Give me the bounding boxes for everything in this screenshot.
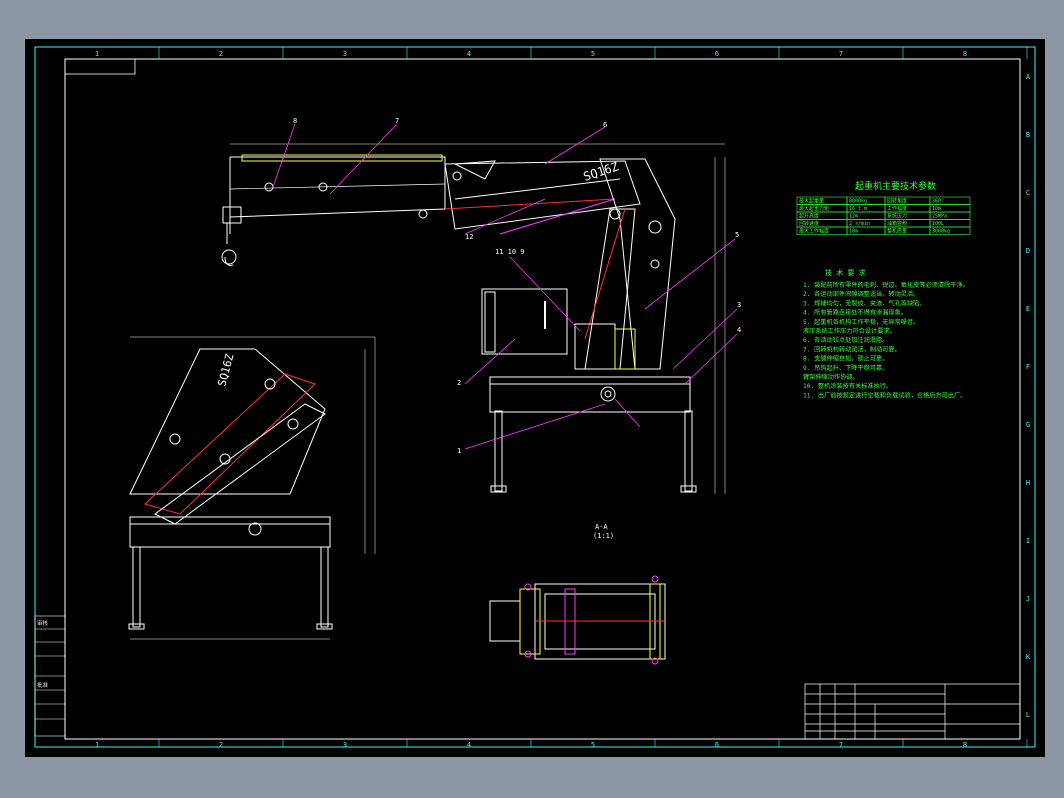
zone-right-G: G <box>1026 421 1030 429</box>
balloon-5: 5 <box>735 231 739 239</box>
param-cell-text: 2 r/min <box>849 221 870 227</box>
param-cell-text: 起升高度 <box>799 213 819 220</box>
tech-req-line: 7. 回转机构转动灵活，制动可靠。 <box>803 345 901 353</box>
param-cell-text: 回转速度 <box>799 220 819 227</box>
balloon-7: 7 <box>395 117 399 125</box>
balloon-12: 12 <box>465 233 473 241</box>
zone-bottom-3: 3 <box>343 741 347 749</box>
tech-req-line: 8. 支腿伸缩自如，锁止可靠。 <box>803 355 888 363</box>
tech-req-line: 1. 装配前所有零件的毛刺、锐边、氧化皮等必须清除干净。 <box>803 281 969 289</box>
revision-label-1: 审核 <box>37 619 49 627</box>
zone-right-E: E <box>1026 305 1030 313</box>
zone-right-C: C <box>1026 189 1030 197</box>
crane-drawing: 12345678 12345678 ABCDEFGHIJKL 审核 批准 8 7… <box>34 46 1036 749</box>
param-table: 最大起重量 8000kg 回转角度 360° 最大起重力矩 16 t.m 工作幅度 10m 起升… <box>796 196 971 235</box>
param-cell-text: 16 t.m <box>849 206 867 212</box>
param-cell-text: 10m <box>849 229 858 235</box>
balloon-2: 2 <box>457 379 461 387</box>
param-cell-text: 12m <box>849 214 858 220</box>
leader-lines-main <box>272 123 738 450</box>
cad-viewport[interactable]: 12345678 12345678 ABCDEFGHIJKL 审核 批准 8 7… <box>25 39 1045 757</box>
param-cell-text: 8000kg <box>849 199 867 205</box>
balloon-11-10-9: 11 10 9 <box>495 248 525 256</box>
zone-markers-top: 1 2 3 4 5 6 7 8 <box>95 47 1028 59</box>
main-elevation-view <box>221 143 726 494</box>
zone-right-J: J <box>1026 595 1030 603</box>
param-cell-text: 最大起重量 <box>799 198 824 205</box>
folded-side-view <box>128 336 376 640</box>
tech-req-line: 4. 所有管路连接处不得有渗漏现象。 <box>803 309 907 317</box>
tech-req-title: 技 术 要 求 <box>825 268 866 277</box>
tech-req-line: 11. 出厂前按规定进行空载和负载试验，合格后方可出厂。 <box>803 391 966 399</box>
zone-top-4: 4 <box>467 50 471 58</box>
section-a-a-view <box>489 575 666 665</box>
revision-label-2: 批准 <box>37 681 49 689</box>
zone-top-1: 1 <box>95 50 99 58</box>
zone-bottom-6: 6 <box>715 741 719 749</box>
zone-right-D: D <box>1026 247 1030 255</box>
model-mark-folded: SQ16Z <box>215 352 236 388</box>
param-cell-text: 回转角度 <box>887 198 907 205</box>
zone-top-8: 8 <box>963 50 967 58</box>
param-cell-text: 系统压力 <box>887 213 907 220</box>
tech-req-line: 5. 起重机各机构工作平稳，无异常噪音。 <box>803 318 919 326</box>
zone-top-5: 5 <box>591 50 595 58</box>
tech-req-line: 2. 各运动部件间隙调整适当，转动灵活。 <box>803 290 919 298</box>
zone-top-7: 7 <box>839 50 843 58</box>
param-cell-text: 100L <box>932 221 944 227</box>
balloon-3: 3 <box>737 301 741 309</box>
zone-top-3: 3 <box>343 50 347 58</box>
zone-bottom-1: 1 <box>95 741 99 749</box>
balloon-8: 8 <box>293 117 297 125</box>
tech-req-line: 9. 吊钩起升、下降平稳可靠。 <box>803 364 888 372</box>
code-box <box>64 58 136 75</box>
tech-req-line: 3. 焊缝均匀，无裂纹、夹渣、气孔等缺陷。 <box>803 299 926 307</box>
tech-requirements: 1. 装配前所有零件的毛刺、锐边、氧化皮等必须清除干净。2. 各运动部件间隙调整… <box>803 281 969 399</box>
param-cell-text: 整机质量 <box>887 228 907 235</box>
zone-right-B: B <box>1026 131 1030 139</box>
zone-right-A: A <box>1026 73 1031 81</box>
param-cell-text: 3000kg <box>932 229 950 235</box>
tech-req-line: 液压系统工作压力符合设计要求。 <box>803 327 896 335</box>
balloon-6: 6 <box>603 121 607 129</box>
param-cell-text: 360° <box>932 199 944 205</box>
zone-bottom-7: 7 <box>839 741 843 749</box>
zone-top-6: 6 <box>715 50 719 58</box>
zone-right-I: I <box>1026 537 1030 545</box>
param-cell-text: 最大工作幅度 <box>799 228 829 235</box>
balloon-4: 4 <box>737 326 741 334</box>
balloon-1: 1 <box>457 447 461 455</box>
section-scale: (1:1) <box>593 532 614 540</box>
zone-bottom-8: 8 <box>963 741 967 749</box>
tech-req-line: 6. 各活动铰点处加注润滑脂。 <box>803 336 888 344</box>
param-table-title: 起重机主要技术参数 <box>855 180 936 192</box>
zone-markers-right: A B C D E F G H I J K L <box>1026 73 1031 719</box>
zone-right-H: H <box>1026 479 1030 487</box>
zone-bottom-5: 5 <box>591 741 595 749</box>
zone-right-K: K <box>1026 653 1031 661</box>
param-cell-text: 最大起重力矩 <box>799 205 829 212</box>
title-block <box>804 683 1021 740</box>
param-cell-text: 油箱容积 <box>887 220 907 227</box>
zone-right-F: F <box>1026 363 1030 371</box>
revision-table <box>34 615 66 737</box>
param-cell-text: 10m <box>932 206 941 212</box>
section-title: A-A <box>595 523 608 531</box>
tech-req-line: 臂架伸缩动作协调。 <box>803 373 859 381</box>
param-cell-text: 工作幅度 <box>887 205 907 212</box>
param-cell-text: 25MPa <box>932 214 947 220</box>
zone-bottom-4: 4 <box>467 741 471 749</box>
zone-bottom-2: 2 <box>219 741 223 749</box>
zone-right-L: L <box>1026 711 1030 719</box>
tech-req-line: 10. 整机涂装按有关标准执行。 <box>803 382 892 390</box>
zone-top-2: 2 <box>219 50 223 58</box>
